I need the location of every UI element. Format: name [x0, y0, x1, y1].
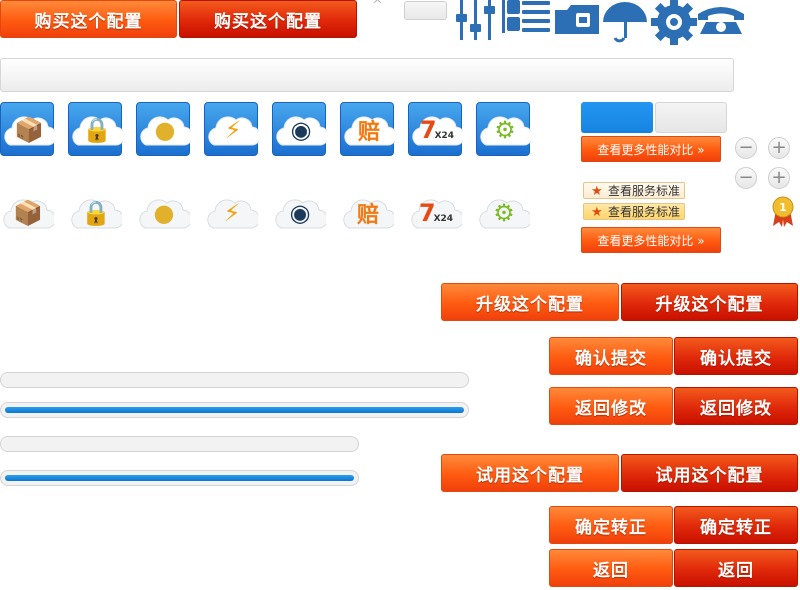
compensation-tile[interactable]: 赔: [340, 186, 394, 240]
caret-up-icon: ^: [372, 0, 383, 13]
view-service-standard-link-1[interactable]: ★ 查看服务标准: [583, 182, 685, 199]
back-edit-label: 返回修改: [575, 398, 647, 419]
package-tile[interactable]: 📦: [0, 186, 54, 240]
sliders-icon: [456, 0, 495, 40]
telephone-icon: [698, 7, 744, 34]
service-7x24-icon: 7 X24: [418, 199, 454, 227]
small-toggle-box[interactable]: [404, 1, 447, 20]
compare-label: 查看更多性能对比 »: [597, 233, 705, 248]
service-label: 查看服务标准: [608, 205, 681, 219]
radar-tile[interactable]: ◉: [272, 186, 326, 240]
back-label: 返回: [718, 560, 754, 581]
service-7x24-icon: 7 X24: [419, 116, 455, 144]
service-7x24-tile[interactable]: 7 X24: [408, 102, 463, 156]
progress-fill: [5, 407, 464, 413]
progress-track: [0, 402, 469, 418]
back-label: 返回: [593, 560, 629, 581]
long-input-bar[interactable]: [0, 58, 734, 92]
list-icon: [522, 1, 550, 32]
package-tile[interactable]: 📦: [0, 102, 55, 156]
progress-track: [0, 372, 469, 388]
progress-track: [0, 470, 359, 486]
lock-icon: 🔒: [81, 199, 111, 227]
settings-gear-tile[interactable]: ⚙: [476, 102, 531, 156]
radar-icon: ◉: [290, 116, 312, 144]
coins-tile[interactable]: ●: [136, 186, 190, 240]
upgrade-label: 升级这个配置: [655, 294, 764, 315]
view-service-standard-link-2[interactable]: ★ 查看服务标准: [583, 203, 685, 220]
tab-active[interactable]: [581, 102, 653, 133]
lock-tile[interactable]: 🔒: [68, 186, 122, 240]
confirm-regularize-button-2[interactable]: 确定转正: [674, 506, 798, 544]
toolbar-icon-strip: [456, 0, 744, 45]
plus-icon[interactable]: +: [768, 167, 790, 189]
lock-tile[interactable]: 🔒: [68, 102, 123, 156]
lightning-icon: ⚡: [223, 199, 241, 227]
gear-icon: [651, 0, 697, 45]
lightning-icon: ⚡: [224, 116, 242, 144]
coins-icon: ●: [154, 116, 176, 144]
view-more-performance-button-1[interactable]: 查看更多性能对比 »: [581, 136, 721, 162]
settings-gear-icon: ⚙: [494, 116, 516, 144]
confirm-regularize-button-1[interactable]: 确定转正: [549, 506, 673, 544]
package-icon: 📦: [13, 199, 43, 227]
confirm-regularize-label: 确定转正: [575, 517, 647, 538]
confirm-submit-button-2[interactable]: 确认提交: [674, 337, 798, 375]
buy-config-button-1[interactable]: 购买这个配置: [0, 0, 177, 38]
rank-medal-icon: 1: [772, 196, 794, 227]
upgrade-label: 升级这个配置: [476, 294, 584, 315]
service-label: 查看服务标准: [608, 184, 681, 198]
minus-icon[interactable]: −: [735, 137, 757, 159]
star-icon: ★: [591, 184, 603, 199]
package-icon: 📦: [14, 116, 44, 144]
lightning-tile[interactable]: ⚡: [204, 102, 259, 156]
upgrade-config-button-2[interactable]: 升级这个配置: [621, 283, 798, 321]
trial-config-button-1[interactable]: 试用这个配置: [441, 454, 619, 492]
confirm-submit-label: 确认提交: [575, 348, 647, 369]
tab-inactive[interactable]: [655, 102, 727, 133]
progress-track: [0, 436, 359, 452]
minus-icon[interactable]: −: [735, 167, 757, 189]
view-more-performance-button-2[interactable]: 查看更多性能对比 »: [581, 227, 721, 253]
buy-config-label: 购买这个配置: [34, 11, 143, 32]
compare-label: 查看更多性能对比 »: [597, 142, 705, 157]
back-edit-label: 返回修改: [700, 398, 772, 419]
rank-number: 1: [779, 201, 787, 214]
lightning-tile[interactable]: ⚡: [204, 186, 258, 240]
settings-gear-tile[interactable]: ⚙: [476, 186, 530, 240]
lock-icon: 🔒: [82, 116, 112, 144]
coins-tile[interactable]: ●: [136, 102, 191, 156]
trial-config-button-2[interactable]: 试用这个配置: [621, 454, 798, 492]
back-edit-button-1[interactable]: 返回修改: [549, 387, 673, 425]
coins-icon: ●: [153, 199, 175, 227]
confirm-submit-label: 确认提交: [700, 348, 772, 369]
buy-config-label: 购买这个配置: [214, 11, 322, 32]
compensation-icon: 赔: [356, 203, 379, 228]
umbrella-icon: [603, 2, 647, 43]
confirm-submit-button-1[interactable]: 确认提交: [549, 337, 673, 375]
compensation-tile[interactable]: 赔: [340, 102, 395, 156]
settings-gear-icon: ⚙: [493, 199, 515, 227]
trial-label: 试用这个配置: [655, 465, 764, 486]
radar-tile[interactable]: ◉: [272, 102, 327, 156]
upgrade-config-button-1[interactable]: 升级这个配置: [441, 283, 619, 321]
compensation-icon: 赔: [357, 120, 380, 145]
back-button-2[interactable]: 返回: [674, 549, 798, 587]
back-button-1[interactable]: 返回: [549, 549, 673, 587]
folder-icon: [555, 5, 599, 34]
service-7x24-tile[interactable]: 7 X24: [408, 186, 462, 240]
plus-icon[interactable]: +: [768, 137, 790, 159]
confirm-regularize-label: 确定转正: [700, 517, 772, 538]
trial-label: 试用这个配置: [476, 465, 584, 486]
radar-icon: ◉: [289, 199, 311, 227]
buy-config-button-2[interactable]: 购买这个配置: [179, 0, 357, 38]
progress-fill: [5, 475, 354, 481]
back-edit-button-2[interactable]: 返回修改: [674, 387, 798, 425]
star-icon: ★: [591, 205, 603, 220]
layout-icon: [502, 0, 520, 33]
